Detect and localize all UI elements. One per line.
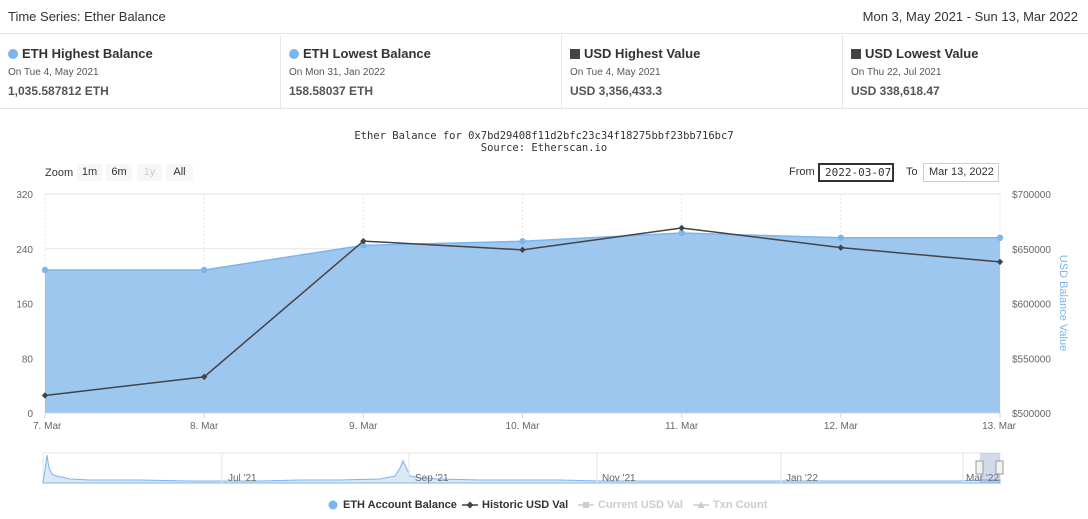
to-label: To: [906, 166, 918, 178]
y-left-tick-label: 320: [16, 190, 33, 201]
usd-value-point: [200, 373, 208, 381]
usd-value-point: [519, 246, 526, 254]
navigator-selection[interactable]: [980, 453, 1000, 483]
circle-marker-icon: [8, 48, 18, 59]
usd-value-point: [837, 244, 845, 251]
stat-date: On Tue 4, May 2021: [8, 67, 99, 78]
eth-balance-line: [45, 232, 1000, 271]
to-date-input[interactable]: Mar 13, 2022: [923, 163, 999, 182]
chart-subtitle: Source: Etherscan.io: [480, 142, 608, 154]
page-title: Time Series: Ether Balance: [8, 9, 166, 24]
circle-marker-icon: [328, 500, 338, 510]
zoom-1m-button[interactable]: 1m: [77, 164, 102, 181]
navigator-frame: [42, 452, 1001, 484]
axis-layer: 0 $500000 80 $550000 160 $600000 240 $650000 320…: [16, 190, 1051, 432]
eth-balance-point: [519, 238, 526, 245]
legend-item-current-usd[interactable]: Current USD Val: [578, 497, 683, 513]
stat-value: 1,035.587812 ETH: [8, 84, 109, 98]
x-tick-label: 11. Mar: [665, 421, 699, 432]
line-diamond-marker-icon: [462, 501, 478, 509]
y-left-tick-label: 80: [22, 354, 34, 365]
navigator-label: Mar '22: [966, 473, 999, 484]
stat-label: USD Lowest Value: [865, 46, 979, 61]
x-tick-label: 13. Mar: [982, 421, 1017, 432]
stat-eth-highest: ETH Highest Balance On Tue 4, May 2021 1…: [0, 35, 281, 109]
line-triangle-marker-icon: [693, 501, 709, 508]
eth-balance-point: [996, 234, 1004, 241]
legend-label: ETH Account Balance: [343, 499, 457, 511]
x-tick-label: 10. Mar: [506, 421, 541, 432]
zoom-6m-button[interactable]: 6m: [106, 164, 132, 181]
y-left-tick-label: 160: [16, 300, 33, 311]
stats-row: ETH Highest Balance On Tue 4, May 2021 1…: [0, 35, 1088, 109]
y-left-tick-label: 0: [27, 409, 33, 420]
usd-value-point: [996, 258, 1004, 266]
zoom-label: Zoom: [45, 167, 74, 179]
navigator-label: Nov '21: [602, 473, 636, 484]
navigator-label: Jul '21: [228, 473, 257, 484]
stat-eth-lowest: ETH Lowest Balance On Mon 31, Jan 2022 1…: [281, 35, 562, 109]
usd-value-point: [41, 392, 49, 399]
eth-balance-point: [360, 242, 367, 249]
y-right-tick-label: $600000: [1012, 300, 1051, 311]
from-date-input[interactable]: 2022-03-07: [818, 163, 894, 182]
legend-item-historic-usd[interactable]: Historic USD Val: [462, 497, 568, 513]
navigator-label: Jan '22: [786, 473, 818, 484]
eth-balance-point: [678, 229, 685, 237]
eth-balance-point: [41, 266, 49, 274]
legend-label: Current USD Val: [598, 499, 683, 511]
stat-usd-highest: USD Highest Value On Tue 4, May 2021 USD…: [562, 35, 843, 109]
x-tick-label: 9. Mar: [349, 421, 378, 432]
navigator[interactable]: Jul '21 Sep '21 Nov '21 Jan '22 Mar '22: [42, 452, 1004, 484]
navigator-right-handle[interactable]: [995, 460, 1004, 475]
usd-value-line: [44, 227, 1001, 397]
legend-item-txn-count[interactable]: Txn Count: [693, 497, 767, 513]
stat-label: ETH Highest Balance: [22, 46, 153, 61]
eth-balance-point: [200, 266, 208, 274]
stat-value: 158.58037 ETH: [289, 84, 374, 98]
circle-marker-icon: [289, 48, 299, 59]
navigator-left-handle[interactable]: [975, 460, 984, 475]
navigator-label: Sep '21: [415, 473, 449, 484]
x-tick-label: 12. Mar: [824, 421, 859, 432]
square-marker-icon: [851, 48, 861, 59]
grid-layer: [44, 193, 1001, 414]
square-marker-icon: [570, 48, 580, 59]
zoom-1y-button: 1y: [137, 164, 162, 181]
chart-title: Ether Balance for 0x7bd29408f11d2bfc23c3…: [354, 130, 734, 142]
eth-balance-point: [837, 234, 845, 241]
line-square-marker-icon: [578, 502, 594, 508]
stat-date: On Mon 31, Jan 2022: [289, 67, 386, 78]
usd-value-point: [360, 237, 367, 245]
stat-value: USD 3,356,433.3: [570, 84, 663, 98]
from-label: From: [789, 166, 815, 178]
eth-area-layer: [41, 229, 1004, 413]
zoom-all-button[interactable]: All: [166, 164, 193, 181]
y-right-axis-title: USD Balance Value: [1057, 255, 1069, 351]
legend-label: Txn Count: [713, 499, 768, 511]
usd-line-layer: [41, 224, 1004, 399]
y-right-tick-label: $550000: [1012, 354, 1051, 365]
legend-item-eth-balance[interactable]: ETH Account Balance: [327, 497, 457, 513]
y-left-tick-label: 240: [16, 245, 33, 256]
stat-date: On Tue 4, May 2021: [570, 67, 661, 78]
y-right-tick-label: $650000: [1012, 245, 1051, 256]
legend-label: Historic USD Val: [482, 499, 569, 511]
stat-label: ETH Lowest Balance: [303, 46, 431, 61]
stat-date: On Thu 22, Jul 2021: [851, 67, 942, 78]
usd-value-point: [678, 224, 685, 232]
x-tick-label: 7. Mar: [33, 421, 62, 432]
y-right-tick-label: $700000: [1012, 190, 1051, 201]
legend: ETH Account Balance Historic USD Val Cur…: [0, 497, 1088, 513]
top-bar: Time Series: Ether Balance Mon 3, May 20…: [0, 0, 1088, 34]
y-right-tick-label: $500000: [1012, 409, 1051, 420]
navigator-series: [42, 454, 1001, 484]
stat-label: USD Highest Value: [584, 46, 701, 61]
date-range: Mon 3, May 2021 - Sun 13, Mar 2022: [862, 9, 1078, 24]
x-tick-label: 8. Mar: [190, 421, 219, 432]
stat-value: USD 338,618.47: [851, 84, 940, 98]
stat-usd-lowest: USD Lowest Value On Thu 22, Jul 2021 USD…: [843, 35, 1088, 109]
eth-balance-area: [45, 233, 1000, 413]
